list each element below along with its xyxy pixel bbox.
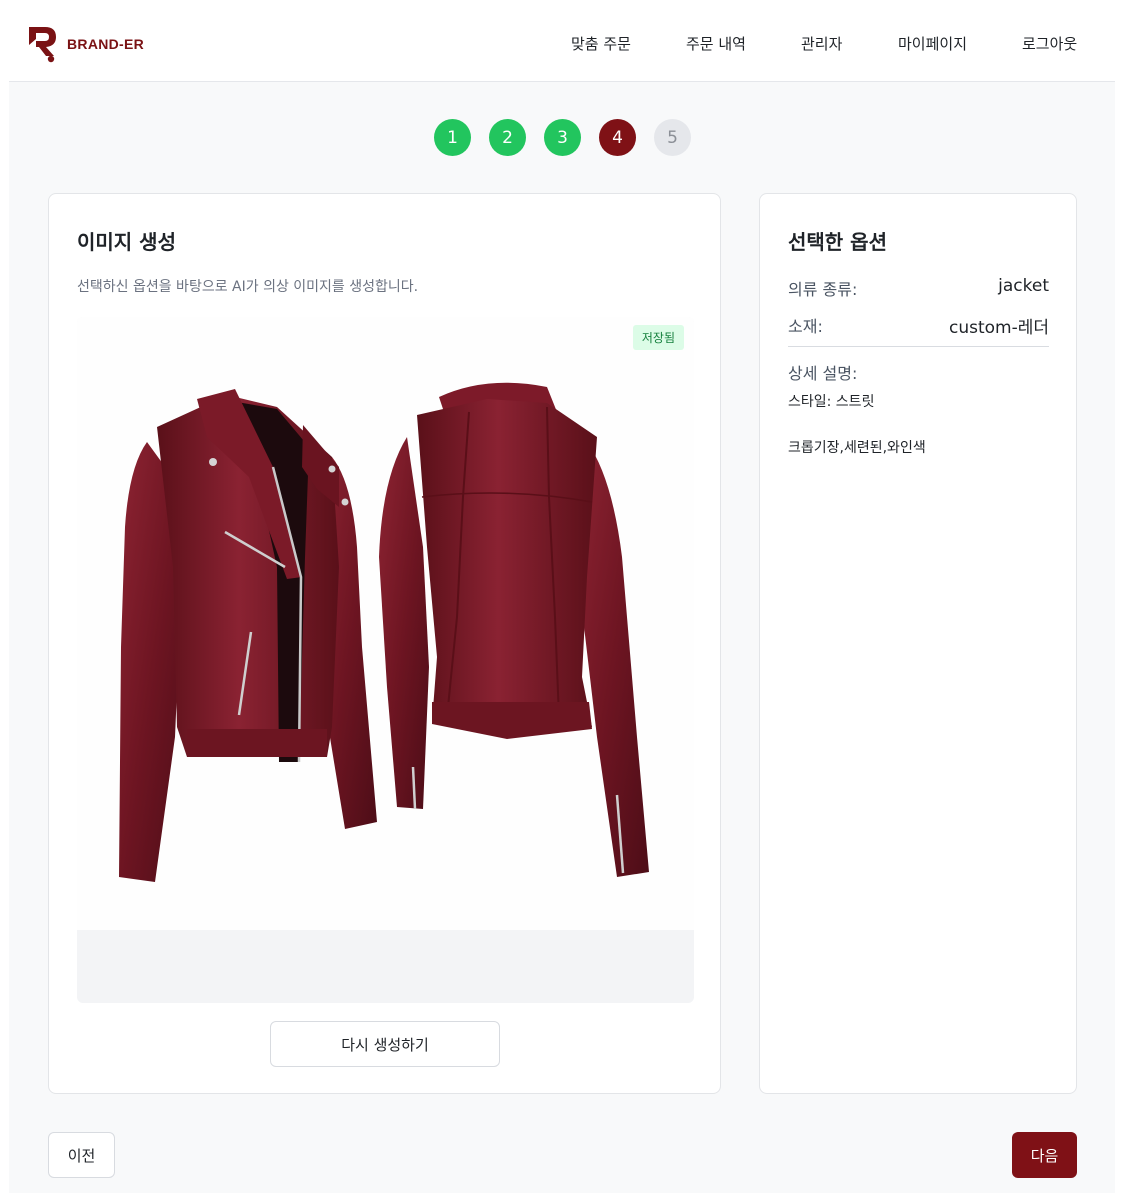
options-title: 선택한 옵션: [788, 230, 887, 254]
options-divider: [788, 346, 1049, 347]
image-generation-card: 이미지 생성 선택하신 옵션을 바탕으로 AI가 의상 이미지를 생성합니다.: [48, 193, 721, 1094]
nav-order-history[interactable]: 주문 내역: [686, 33, 746, 54]
regenerate-button[interactable]: 다시 생성하기: [270, 1021, 500, 1067]
step-1: 1: [434, 119, 471, 156]
step-2: 2: [489, 119, 526, 156]
generated-image: [77, 317, 694, 930]
jacket-back: [379, 382, 649, 877]
nav-logout[interactable]: 로그아웃: [1022, 33, 1077, 54]
generated-image-area: 저장됨: [77, 317, 694, 1003]
nav-custom-order[interactable]: 맞춤 주문: [571, 33, 631, 54]
detail-keywords: 크롭기장,세련된,와인색: [788, 440, 926, 456]
step-3: 3: [544, 119, 581, 156]
detail-label: 상세 설명:: [788, 364, 858, 383]
step-5: 5: [654, 119, 691, 156]
top-header: BRAND-ER 맞춤 주문 주문 내역 관리자 마이페이지 로그아웃: [9, 0, 1115, 82]
previous-button[interactable]: 이전: [48, 1132, 115, 1178]
step-4: 4: [599, 119, 636, 156]
option-row-clothing-type: 의류 종류: jacket: [788, 276, 1049, 300]
option-value: custom-레더: [948, 318, 1049, 338]
option-row-material: 소재: custom-레더: [788, 313, 1049, 338]
jacket-illustration: [119, 382, 649, 882]
card-title: 이미지 생성: [77, 230, 176, 254]
jacket-front: [119, 389, 377, 882]
option-value: jacket: [998, 276, 1049, 296]
option-key: 소재:: [788, 317, 823, 336]
selected-options-card: 선택한 옵션 의류 종류: jacket 소재: custom-레더 상세 설명…: [759, 193, 1077, 1094]
card-description: 선택하신 옵션을 바탕으로 AI가 의상 이미지를 생성합니다.: [77, 279, 419, 295]
option-key: 의류 종류:: [788, 280, 858, 299]
saved-badge: 저장됨: [632, 325, 684, 350]
main-nav: 맞춤 주문 주문 내역 관리자 마이페이지 로그아웃: [9, 33, 1115, 57]
next-button[interactable]: 다음: [1012, 1132, 1077, 1178]
detail-style: 스타일: 스트릿: [788, 394, 875, 410]
nav-admin[interactable]: 관리자: [801, 33, 842, 54]
nav-mypage[interactable]: 마이페이지: [898, 33, 967, 54]
